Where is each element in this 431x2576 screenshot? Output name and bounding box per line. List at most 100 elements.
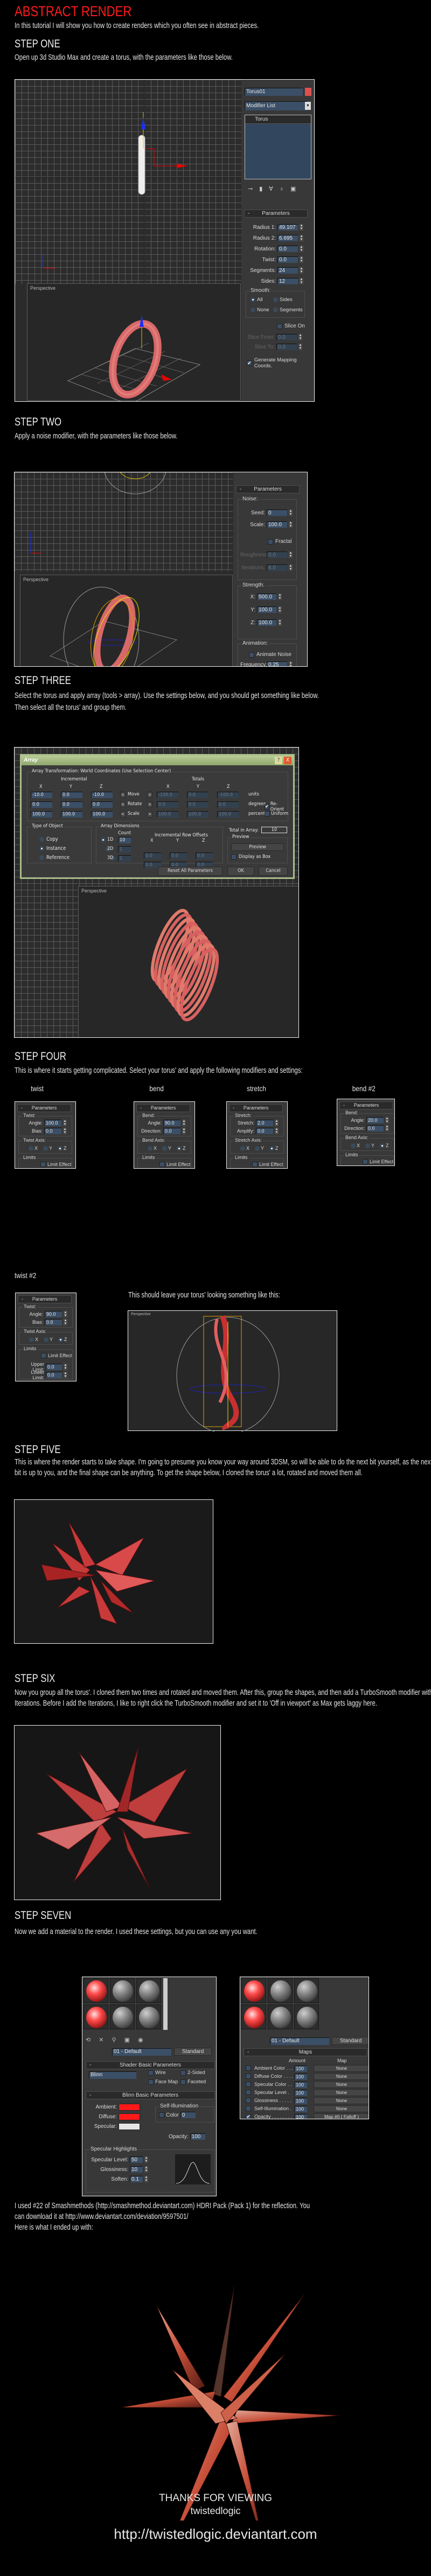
axis-radio-y[interactable]: Y bbox=[43, 1146, 52, 1151]
specular-field[interactable]: 50 bbox=[130, 2156, 143, 2163]
row-offset-field[interactable]: 0.0 bbox=[170, 853, 187, 859]
limit-field[interactable]: 0.0 bbox=[46, 1372, 62, 1378]
material-slot-5[interactable] bbox=[110, 2005, 135, 2029]
radio-button[interactable] bbox=[273, 297, 278, 302]
spinner-icon[interactable]: ▲ ▼ bbox=[298, 344, 302, 350]
limit-effect-checkbox[interactable]: Limit Effect bbox=[40, 1162, 71, 1167]
dimension-radio[interactable] bbox=[101, 837, 106, 842]
spinner-icon[interactable]: ▲ ▼ bbox=[63, 1128, 67, 1134]
spinner-icon[interactable]: ▲ ▼ bbox=[278, 619, 282, 626]
parameters-rollout-header[interactable]: - Parameters bbox=[236, 485, 300, 493]
shader-dropdown[interactable]: Blinn bbox=[89, 2071, 136, 2079]
total-field[interactable]: 100.0 bbox=[187, 811, 208, 818]
animate-noise-checkbox[interactable]: Animate Noise bbox=[249, 652, 291, 658]
spinner-icon[interactable]: ▲ ▼ bbox=[300, 224, 303, 231]
step-four-result-viewport[interactable]: Perspective bbox=[128, 1310, 337, 1432]
spinner-icon[interactable]: ▲ ▼ bbox=[289, 521, 293, 528]
count-field[interactable]: 1 bbox=[118, 855, 131, 862]
checkbox[interactable] bbox=[180, 2070, 186, 2076]
material-slot-1[interactable] bbox=[241, 1978, 266, 2003]
parameters-rollout-header[interactable]: - Parameters bbox=[18, 1295, 72, 1303]
material-slot-3[interactable] bbox=[294, 1978, 319, 2003]
incremental-field[interactable]: -10.0 bbox=[91, 792, 113, 798]
material-toolbar-icons[interactable]: ⟲ ✕ ⚲ ▣ ◉ bbox=[86, 2036, 147, 2043]
shader-checkbox[interactable]: 2-Sided bbox=[180, 2070, 213, 2076]
map-checkbox[interactable] bbox=[246, 2074, 251, 2079]
total-field[interactable]: 100.0 bbox=[157, 811, 178, 818]
left-arrow-button[interactable]: < bbox=[120, 801, 126, 808]
spinner-icon[interactable]: ▲ ▼ bbox=[289, 551, 293, 558]
row-offset-field[interactable]: 0.0 bbox=[144, 853, 161, 859]
opacity-field[interactable]: 100 bbox=[190, 2133, 205, 2140]
param-field[interactable]: 90.0 bbox=[45, 1311, 62, 1317]
parameters-rollout-header[interactable]: - Parameters bbox=[339, 1101, 393, 1109]
radio-button[interactable] bbox=[39, 837, 44, 842]
radio-button[interactable] bbox=[44, 1337, 49, 1342]
radio-button[interactable] bbox=[240, 1146, 245, 1151]
map-checkbox[interactable] bbox=[246, 2106, 251, 2111]
radio-button[interactable] bbox=[251, 308, 255, 312]
radio-button[interactable] bbox=[39, 855, 44, 860]
cancel-button[interactable]: Cancel bbox=[259, 867, 288, 876]
map-checkbox[interactable] bbox=[246, 2090, 251, 2095]
spinner-icon[interactable]: ▲ ▼ bbox=[182, 1120, 186, 1126]
modifier-list-dropdown[interactable]: Modifier List bbox=[245, 101, 307, 110]
param-field[interactable]: 49.107 bbox=[277, 224, 298, 231]
right-arrow-button[interactable]: > bbox=[147, 811, 152, 818]
count-field[interactable]: 1 bbox=[118, 846, 131, 853]
axis-radio-x[interactable]: X bbox=[29, 1337, 38, 1342]
incremental-field[interactable]: 100.0 bbox=[61, 811, 82, 818]
slice-from-field[interactable]: 0.0 bbox=[276, 334, 297, 340]
spinner-icon[interactable]: ▲ ▼ bbox=[64, 1319, 67, 1325]
param-field[interactable]: 0.0 bbox=[256, 1128, 273, 1134]
frequency-field[interactable]: 0.25 bbox=[267, 661, 287, 666]
spinner-icon[interactable]: ▲ ▼ bbox=[182, 1128, 186, 1134]
total-field[interactable]: 0.0 bbox=[187, 792, 208, 798]
axis-radio-z[interactable]: Z bbox=[269, 1146, 279, 1151]
checkbox[interactable] bbox=[40, 1162, 46, 1167]
total-field[interactable]: -100.0 bbox=[157, 792, 178, 798]
top-viewport[interactable] bbox=[15, 80, 241, 284]
material-slot-2[interactable] bbox=[110, 1978, 135, 2003]
material-slot-5[interactable] bbox=[268, 2005, 293, 2029]
self-illum-color-checkbox[interactable] bbox=[159, 2112, 164, 2118]
map-amount-field[interactable]: 100 bbox=[294, 2090, 307, 2096]
checkbox[interactable] bbox=[363, 1159, 368, 1164]
total-field[interactable]: 100.0 bbox=[217, 811, 239, 818]
total-field[interactable]: 0.0 bbox=[157, 801, 178, 808]
map-checkbox[interactable] bbox=[246, 2082, 251, 2087]
map-amount-field[interactable]: 100 bbox=[294, 2074, 307, 2080]
material-slot-2[interactable] bbox=[268, 1978, 293, 2003]
axis-radio-z[interactable]: Z bbox=[58, 1146, 67, 1151]
map-checkbox[interactable] bbox=[246, 2098, 251, 2103]
radio-button[interactable] bbox=[251, 297, 255, 302]
stack-item-torus[interactable]: Torus bbox=[245, 115, 311, 124]
incremental-field[interactable]: 0.0 bbox=[31, 801, 52, 808]
map-amount-field[interactable]: 100 bbox=[294, 2065, 307, 2072]
row-offset-field[interactable]: 0.0 bbox=[196, 853, 213, 859]
param-field[interactable]: 24 bbox=[277, 267, 298, 274]
map-amount-field[interactable]: 100 bbox=[294, 2106, 307, 2112]
material-slot-3[interactable] bbox=[136, 1978, 161, 2003]
radio-button[interactable] bbox=[255, 1146, 260, 1151]
slice-on-checkbox[interactable]: Slice On bbox=[277, 323, 305, 329]
map-checkbox[interactable] bbox=[246, 2065, 251, 2071]
smooth-radio[interactable]: Sides bbox=[273, 297, 305, 303]
checkbox[interactable] bbox=[159, 1162, 165, 1167]
smooth-radio[interactable]: Segments bbox=[273, 307, 305, 313]
radio-button[interactable] bbox=[148, 1146, 152, 1151]
spinner-icon[interactable]: ▲ ▼ bbox=[144, 2176, 148, 2182]
spinner-icon[interactable]: ▲ ▼ bbox=[385, 1117, 389, 1123]
author-url-link[interactable]: http://twistedlogic.deviantart.com bbox=[0, 2526, 431, 2543]
map-amount-field[interactable]: 100 bbox=[294, 2082, 307, 2088]
total-field[interactable]: 0.0 bbox=[217, 801, 239, 808]
spinner-icon[interactable]: ▲ ▼ bbox=[300, 256, 303, 263]
axis-radio-y[interactable]: Y bbox=[162, 1146, 171, 1151]
material-slot-4[interactable] bbox=[241, 2005, 266, 2029]
param-field[interactable]: 0.0 bbox=[163, 1128, 180, 1134]
object-type-radio[interactable]: Reference bbox=[39, 853, 69, 862]
parameters-rollout-header[interactable]: - Parameters bbox=[229, 1104, 283, 1112]
spinner-icon[interactable]: ▲ ▼ bbox=[385, 1125, 389, 1132]
checkbox[interactable] bbox=[277, 323, 282, 329]
map-button[interactable]: None bbox=[314, 2089, 369, 2096]
